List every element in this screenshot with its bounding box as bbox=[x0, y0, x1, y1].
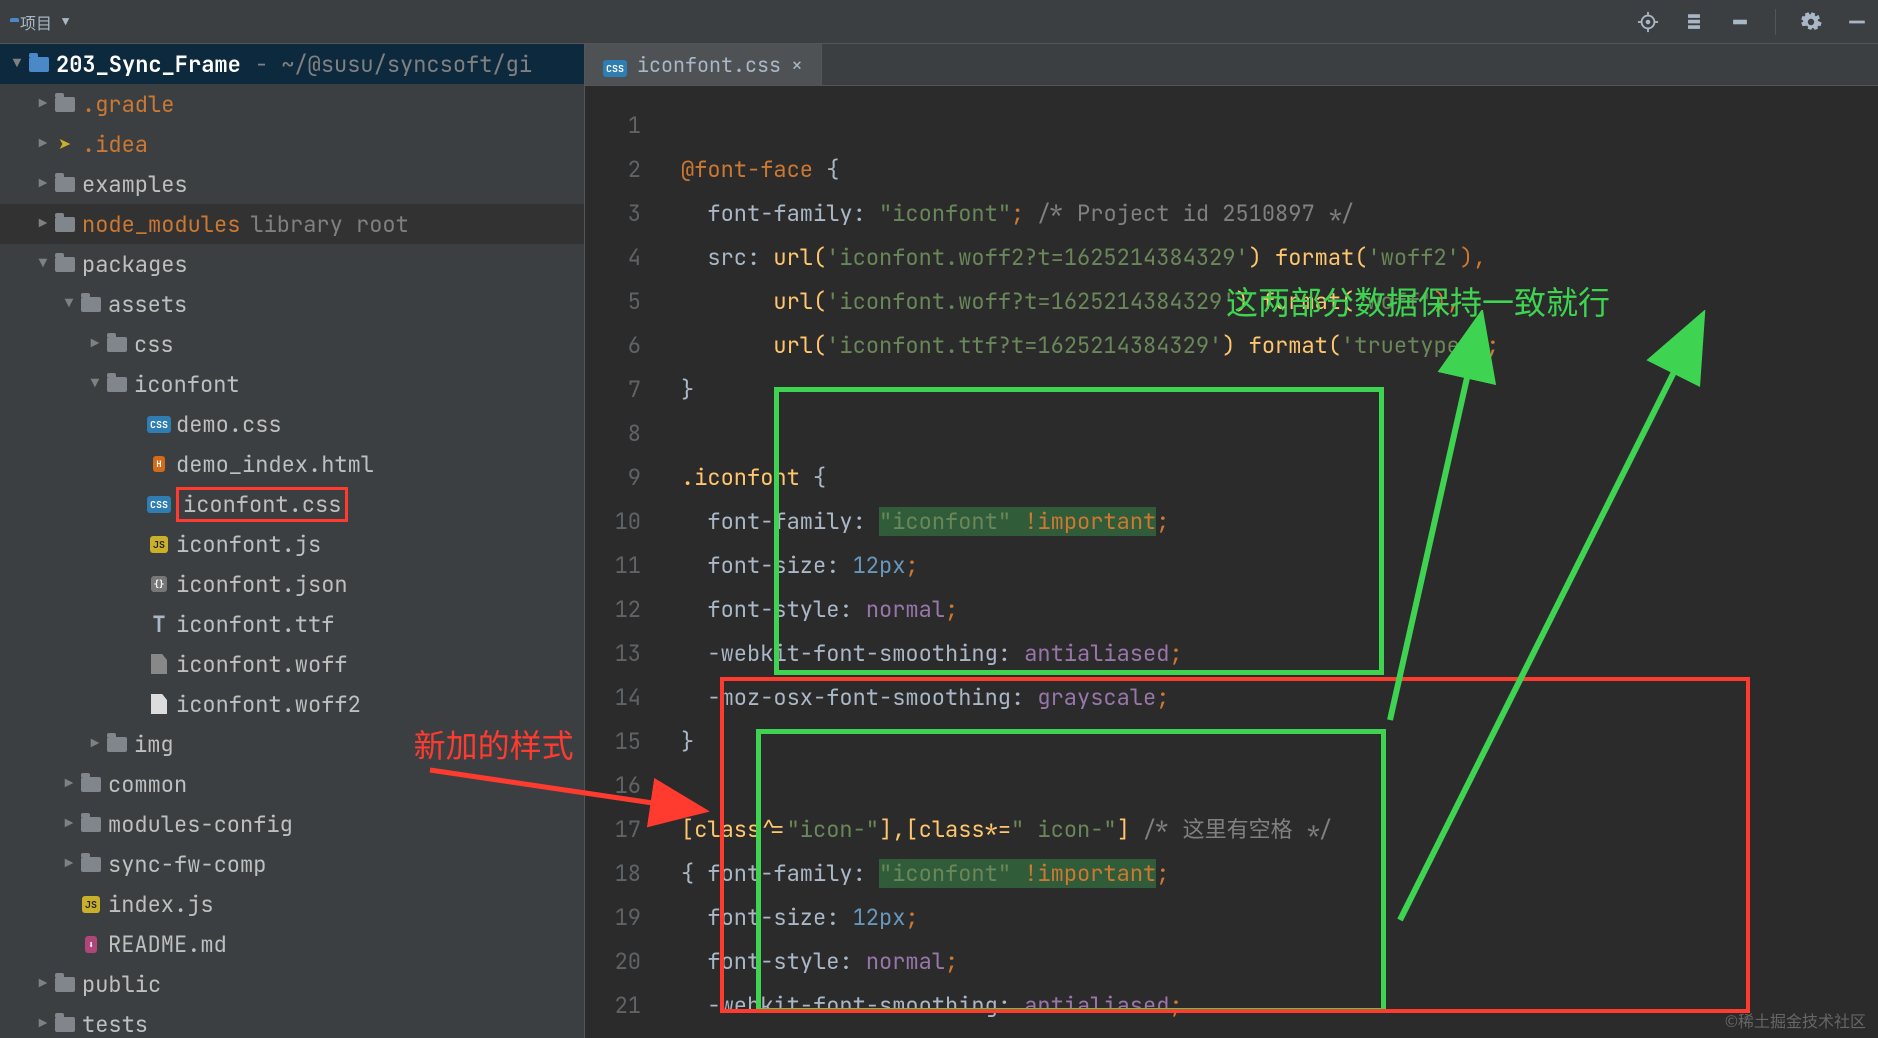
separator bbox=[1775, 9, 1776, 35]
folder-icon bbox=[78, 817, 104, 832]
chevron-down-icon: ▼ bbox=[8, 55, 26, 73]
project-label: 项目 bbox=[20, 10, 52, 34]
project-toolbar: 项目 ▼ bbox=[0, 0, 1878, 44]
tree-folder-modulesconfig[interactable]: ▶modules-config bbox=[0, 804, 584, 844]
gear-icon[interactable] bbox=[1800, 11, 1822, 33]
folder-icon bbox=[78, 297, 104, 312]
tree-folder-syncfwcomp[interactable]: ▶sync-fw-comp bbox=[0, 844, 584, 884]
folder-icon bbox=[104, 737, 130, 752]
annotation-keep-consistent: 这两部分数据保持一致就行 bbox=[1226, 278, 1610, 324]
folder-icon bbox=[52, 257, 78, 272]
html-file-icon: H bbox=[146, 456, 172, 472]
folder-icon bbox=[52, 217, 78, 232]
folder-icon bbox=[78, 857, 104, 872]
collapse-icon[interactable] bbox=[1729, 11, 1751, 33]
folder-icon bbox=[104, 337, 130, 352]
tab-filename: iconfont.css bbox=[637, 52, 781, 78]
module-folder-icon bbox=[26, 57, 52, 72]
css-file-icon: CSS bbox=[146, 416, 172, 433]
expand-icon[interactable] bbox=[1683, 11, 1705, 33]
annotation-new-style: 新加的样式 bbox=[414, 721, 574, 767]
folder-icon bbox=[78, 777, 104, 792]
chevron-right-icon: ▶ bbox=[86, 735, 104, 753]
chevron-down-icon: ▼ bbox=[34, 255, 52, 273]
folder-icon bbox=[52, 97, 78, 112]
tree-folder-examples[interactable]: ▶examples bbox=[0, 164, 584, 204]
font-file-icon: T bbox=[146, 610, 172, 639]
md-file-icon: ⬇ bbox=[78, 936, 104, 953]
tree-folder-iconfont[interactable]: ▼iconfont bbox=[0, 364, 584, 404]
chevron-right-icon: ▶ bbox=[34, 135, 52, 153]
tree-folder-tests[interactable]: ▶tests bbox=[0, 1004, 584, 1038]
chevron-right-icon: ▶ bbox=[34, 975, 52, 993]
tree-folder-img[interactable]: ▶img新加的样式 bbox=[0, 724, 584, 764]
tree-file-iconfontwoff2[interactable]: iconfont.woff2 bbox=[0, 684, 584, 724]
folder-icon bbox=[52, 177, 78, 192]
tree-file-iconfontjson[interactable]: {}iconfont.json bbox=[0, 564, 584, 604]
tree-folder-gradle[interactable]: ▶.gradle bbox=[0, 84, 584, 124]
tree-folder-assets[interactable]: ▼assets bbox=[0, 284, 584, 324]
folder-icon bbox=[104, 377, 130, 392]
json-file-icon: {} bbox=[146, 576, 172, 592]
close-icon[interactable]: × bbox=[791, 52, 803, 78]
code-area[interactable]: @font-face { font-family: "iconfont"; /*… bbox=[657, 86, 1878, 1038]
target-icon[interactable] bbox=[1637, 11, 1659, 33]
tree-folder-common[interactable]: ▶common bbox=[0, 764, 584, 804]
folder-icon bbox=[52, 977, 78, 992]
tree-file-iconfontcss[interactable]: CSSiconfont.css bbox=[0, 484, 584, 524]
file-icon bbox=[146, 694, 172, 714]
tree-root[interactable]: ▼ 203_Sync_Frame - ~/@susu/syncsoft/gi bbox=[0, 44, 584, 84]
chevron-down-icon: ▼ bbox=[86, 375, 104, 393]
chevron-right-icon: ▶ bbox=[34, 175, 52, 193]
root-path: - ~/@susu/syncsoft/gi bbox=[255, 50, 532, 79]
folder-icon bbox=[52, 1017, 78, 1032]
chevron-right-icon: ▶ bbox=[60, 815, 78, 833]
css-file-icon: CSS bbox=[146, 496, 172, 513]
chevron-down-icon: ▼ bbox=[62, 14, 69, 30]
tree-folder-idea[interactable]: ▶➤.idea bbox=[0, 124, 584, 164]
tree-file-iconfontjs[interactable]: JSiconfont.js bbox=[0, 524, 584, 564]
minimize-icon[interactable] bbox=[1846, 11, 1868, 33]
js-file-icon: JS bbox=[146, 536, 172, 553]
chevron-right-icon: ▶ bbox=[34, 215, 52, 233]
tree-file-iconfontttf[interactable]: Ticonfont.ttf bbox=[0, 604, 584, 644]
editor-pane: CSS iconfont.css × 123456789101112131415… bbox=[585, 44, 1878, 1038]
chevron-right-icon: ▶ bbox=[60, 775, 78, 793]
project-tree[interactable]: ▼ 203_Sync_Frame - ~/@susu/syncsoft/gi ▶… bbox=[0, 44, 585, 1038]
chevron-right-icon: ▶ bbox=[60, 855, 78, 873]
tree-folder-nodemodules[interactable]: ▶node_moduleslibrary root bbox=[0, 204, 584, 244]
chevron-down-icon: ▼ bbox=[60, 295, 78, 313]
tree-folder-packages[interactable]: ▼packages bbox=[0, 244, 584, 284]
editor-tabs: CSS iconfont.css × bbox=[585, 44, 1878, 86]
watermark: ©稀土掘金技术社区 bbox=[1725, 1008, 1866, 1032]
tree-folder-public[interactable]: ▶public bbox=[0, 964, 584, 1004]
js-file-icon: JS bbox=[78, 896, 104, 913]
file-icon bbox=[146, 654, 172, 674]
root-name: 203_Sync_Frame bbox=[56, 50, 241, 79]
tab-iconfontcss[interactable]: CSS iconfont.css × bbox=[585, 44, 822, 85]
tree-file-demohtml[interactable]: Hdemo_index.html bbox=[0, 444, 584, 484]
chevron-right-icon: ▶ bbox=[34, 95, 52, 113]
tree-file-iconfontwoff[interactable]: iconfont.woff bbox=[0, 644, 584, 684]
project-dropdown[interactable]: 项目 ▼ bbox=[10, 10, 69, 34]
chevron-right-icon: ▶ bbox=[86, 335, 104, 353]
chevron-right-icon: ▶ bbox=[34, 1015, 52, 1033]
folder-icon: ➤ bbox=[52, 130, 78, 159]
tree-file-indexjs[interactable]: JSindex.js bbox=[0, 884, 584, 924]
css-file-icon: CSS bbox=[603, 52, 627, 78]
tree-file-readme[interactable]: ⬇README.md bbox=[0, 924, 584, 964]
tree-file-democss[interactable]: CSSdemo.css bbox=[0, 404, 584, 444]
tree-folder-css[interactable]: ▶css bbox=[0, 324, 584, 364]
line-gutter: 12345678910111213141516171819202122 bbox=[585, 86, 657, 1038]
